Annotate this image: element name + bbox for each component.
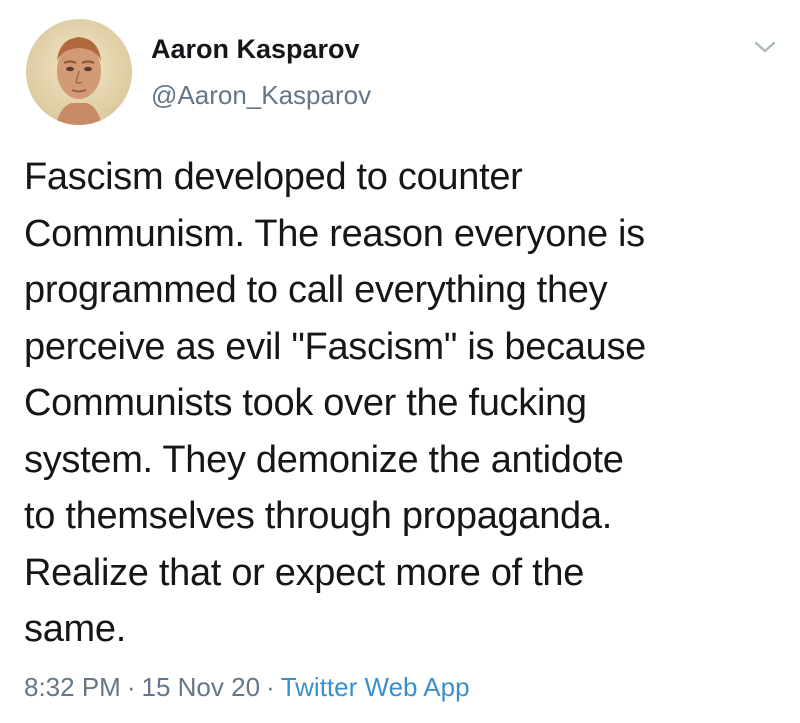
tweet-source-link[interactable]: Twitter Web App: [281, 672, 470, 702]
chevron-down-icon[interactable]: [752, 36, 778, 58]
tweet-metadata: 8:32 PM · 15 Nov 20 · Twitter Web App: [24, 672, 470, 703]
meta-separator: ·: [126, 672, 136, 702]
avatar[interactable]: [26, 19, 132, 125]
tweet-text: Fascism developed to counter Communism. …: [24, 156, 647, 650]
tweet-time[interactable]: 8:32 PM: [24, 672, 121, 702]
user-handle[interactable]: @Aaron_Kasparov: [151, 80, 371, 111]
tweet-card: Aaron Kasparov @Aaron_Kasparov Fascism d…: [0, 0, 800, 723]
tweet-date[interactable]: 15 Nov 20: [142, 672, 261, 702]
display-name[interactable]: Aaron Kasparov: [151, 34, 360, 65]
meta-separator: ·: [266, 672, 275, 702]
profile-photo-icon: [26, 19, 132, 125]
